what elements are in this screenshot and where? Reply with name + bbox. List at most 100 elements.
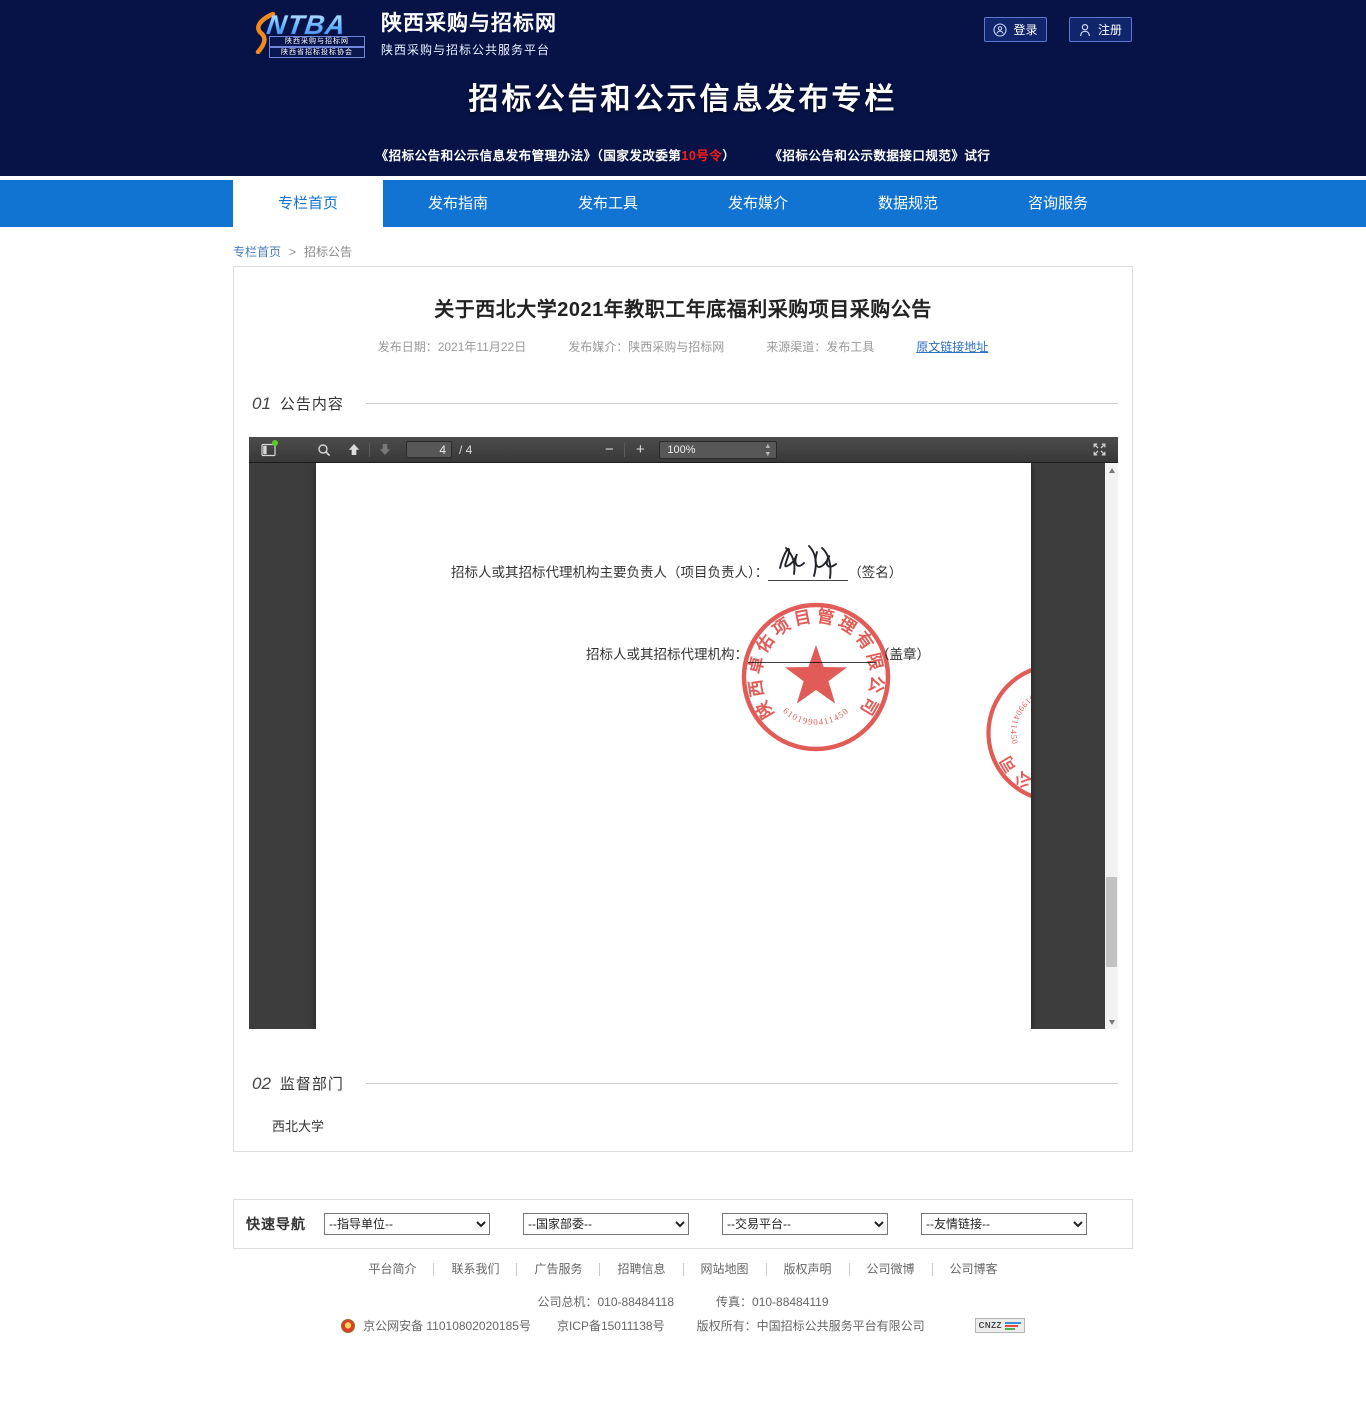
zoom-in-button[interactable]: + — [629, 441, 651, 458]
banner-link-regulation[interactable]: 《招标公告和公示信息发布管理办法》（国家发改委第10号令） — [376, 145, 736, 164]
supervisor-name: 西北大学 — [272, 1116, 1132, 1135]
header-top: NTBA 陕西采购与招标网 陕西省招标投标协会 陕西采购与招标网 陕西采购与招标… — [0, 0, 1366, 58]
section2-rule — [366, 1083, 1118, 1084]
page-total-label: / 4 — [459, 443, 472, 457]
tab-publish-tools[interactable]: 发布工具 — [533, 180, 683, 227]
meta-media-label: 发布媒介： — [568, 340, 628, 354]
police-record[interactable]: 京公网安备 11010802020185号 — [363, 1317, 531, 1334]
footer-link-contact-us[interactable]: 联系我们 — [433, 1263, 516, 1276]
register-user-icon — [1079, 23, 1092, 37]
page-number-input[interactable] — [406, 441, 452, 458]
section2-number: 02 — [252, 1074, 271, 1094]
meta-publish-date: 发布日期：2021年11月22日 — [378, 338, 527, 355]
search-button[interactable] — [313, 440, 335, 460]
pdf-scrollbar[interactable] — [1105, 463, 1118, 1029]
meta-source-value: 发布工具 — [826, 340, 874, 354]
login-button[interactable]: 登录 — [984, 17, 1047, 42]
previous-page-button[interactable] — [343, 440, 365, 460]
footer-copyright-label: 版权所有： — [697, 1319, 757, 1333]
footer-link-sitemap[interactable]: 网站地图 — [683, 1263, 766, 1276]
company-stamp: 陕西卓佑项目管理有限公司 6101990411450 — [736, 597, 896, 757]
logo-mark: NTBA 陕西采购与招标网 陕西省招标投标协会 — [253, 10, 371, 56]
police-badge-icon — [341, 1319, 355, 1333]
tab-data-spec[interactable]: 数据规范 — [833, 180, 983, 227]
stamp-code-text: 6101990411450 — [781, 705, 851, 727]
footer-phone: 公司总机：010-88484118 — [537, 1293, 674, 1310]
banner-link-spec[interactable]: 《招标公告和公示数据接口规范》试行 — [769, 145, 990, 164]
quick-nav-select-guidance[interactable]: --指导单位-- — [324, 1213, 490, 1235]
tab-consult-service[interactable]: 咨询服务 — [983, 180, 1133, 227]
footer-link-weibo[interactable]: 公司微博 — [849, 1263, 932, 1276]
banner-title: 招标公告和公示信息发布专栏 — [0, 74, 1366, 118]
sidebar-toggle-button[interactable] — [257, 440, 279, 460]
meta-date-value: 2021年11月22日 — [438, 340, 527, 354]
main-nav: 专栏首页 发布指南 发布工具 发布媒介 数据规范 咨询服务 — [0, 180, 1366, 227]
banner-link1-pre: 《招标公告和公示信息发布管理办法》（国家发改委第 — [376, 149, 682, 163]
cnzz-stripes-icon — [1005, 1322, 1021, 1330]
zoom-level-value: 100% — [667, 444, 695, 456]
cnzz-badge[interactable]: CNZZ — [975, 1318, 1025, 1333]
quick-nav-label: 快速导航 — [246, 1214, 306, 1234]
footer-phone-label: 公司总机： — [537, 1295, 597, 1309]
doc-line1-label: 招标人或其招标代理机构主要负责人（项目负责人）： — [451, 561, 768, 581]
login-label: 登录 — [1013, 21, 1037, 38]
footer-link-recruitment[interactable]: 招聘信息 — [599, 1263, 682, 1276]
next-page-button[interactable] — [374, 440, 396, 460]
signature-image — [770, 540, 844, 584]
arrow-up-icon — [347, 443, 361, 456]
footer-fax-label: 传真： — [716, 1295, 752, 1309]
sidebar-notification-dot — [272, 440, 278, 446]
register-label: 注册 — [1098, 21, 1122, 38]
toolbar-divider — [369, 443, 370, 457]
meta-publish-media: 发布媒介：陕西采购与招标网 — [568, 338, 724, 355]
zoom-level-select[interactable]: 100% ▲▼ — [659, 441, 777, 459]
section1-rule — [366, 403, 1118, 404]
breadcrumb: 专栏首页 > 招标公告 — [233, 227, 1366, 266]
article-card: 关于西北大学2021年教职工年底福利采购项目采购公告 发布日期：2021年11月… — [233, 266, 1133, 1152]
footer-fax: 传真：010-88484119 — [716, 1293, 829, 1310]
scroll-down-button[interactable] — [1105, 1015, 1118, 1029]
pdf-page: 招标人或其招标代理机构主要负责人（项目负责人）： — [316, 463, 1031, 1029]
fullscreen-button[interactable] — [1088, 440, 1110, 460]
register-button[interactable]: 注册 — [1069, 17, 1132, 42]
banner-link1-post: ） — [722, 149, 735, 163]
quick-nav-select-platforms[interactable]: --交易平台-- — [722, 1213, 888, 1235]
footer-link-blog[interactable]: 公司博客 — [932, 1263, 1015, 1276]
quick-nav-select-ministries[interactable]: --国家部委-- — [523, 1213, 689, 1235]
tab-publish-media[interactable]: 发布媒介 — [683, 180, 833, 227]
site-name: 陕西采购与招标网 — [381, 7, 557, 37]
footer-links: 平台简介 联系我们 广告服务 招聘信息 网站地图 版权声明 公司微博 公司博客 — [0, 1263, 1366, 1276]
breadcrumb-home[interactable]: 专栏首页 — [233, 243, 281, 260]
footer-fax-value: 010-88484119 — [752, 1295, 829, 1309]
search-icon — [317, 443, 331, 457]
footer-link-ad-service[interactable]: 广告服务 — [516, 1263, 599, 1276]
partial-stamp-company-text: 陕西卓佑项目管理有限公司 — [987, 655, 1031, 823]
meta-source-label: 来源渠道： — [766, 340, 826, 354]
site-logo[interactable]: NTBA 陕西采购与招标网 陕西省招标投标协会 陕西采购与招标网 陕西采购与招标… — [253, 7, 557, 58]
footer-link-copyright-statement[interactable]: 版权声明 — [766, 1263, 849, 1276]
footer-phone-value: 010-88484118 — [597, 1295, 674, 1309]
zoom-out-button[interactable]: − — [598, 441, 620, 458]
origin-link[interactable]: 原文链接地址 — [916, 338, 988, 355]
auth-buttons: 登录 注册 — [984, 17, 1132, 42]
scrollbar-thumb[interactable] — [1106, 877, 1117, 967]
meta-date-label: 发布日期： — [378, 340, 438, 354]
fullscreen-icon — [1092, 442, 1107, 457]
footer-copyright: 版权所有：中国招标公共服务平台有限公司 — [697, 1317, 925, 1334]
zoom-caret-icon: ▲▼ — [764, 443, 771, 459]
icp-record[interactable]: 京ICP备15011138号 — [557, 1317, 665, 1334]
tab-column-home[interactable]: 专栏首页 — [233, 180, 383, 227]
doc-signature-line: 招标人或其招标代理机构主要负责人（项目负责人）： — [451, 561, 902, 581]
footer-link-platform-intro[interactable]: 平台简介 — [351, 1263, 433, 1276]
svg-text:6101990411450: 6101990411450 — [781, 705, 851, 727]
pdf-viewer-body: 招标人或其招标代理机构主要负责人（项目负责人）： — [249, 463, 1118, 1029]
scroll-up-button[interactable] — [1105, 463, 1118, 477]
section-head-supervisor: 02 监督部门 — [252, 1073, 1118, 1094]
footer: 平台简介 联系我们 广告服务 招聘信息 网站地图 版权声明 公司微博 公司博客 … — [0, 1263, 1366, 1334]
logo-badge-line2: 陕西省招标投标协会 — [269, 47, 365, 58]
article-title: 关于西北大学2021年教职工年底福利采购项目采购公告 — [234, 293, 1132, 322]
triangle-down-icon — [1109, 1020, 1115, 1025]
quick-nav-select-friend-links[interactable]: --友情链接-- — [921, 1213, 1087, 1235]
tab-publish-guide[interactable]: 发布指南 — [383, 180, 533, 227]
section1-number: 01 — [252, 394, 271, 414]
